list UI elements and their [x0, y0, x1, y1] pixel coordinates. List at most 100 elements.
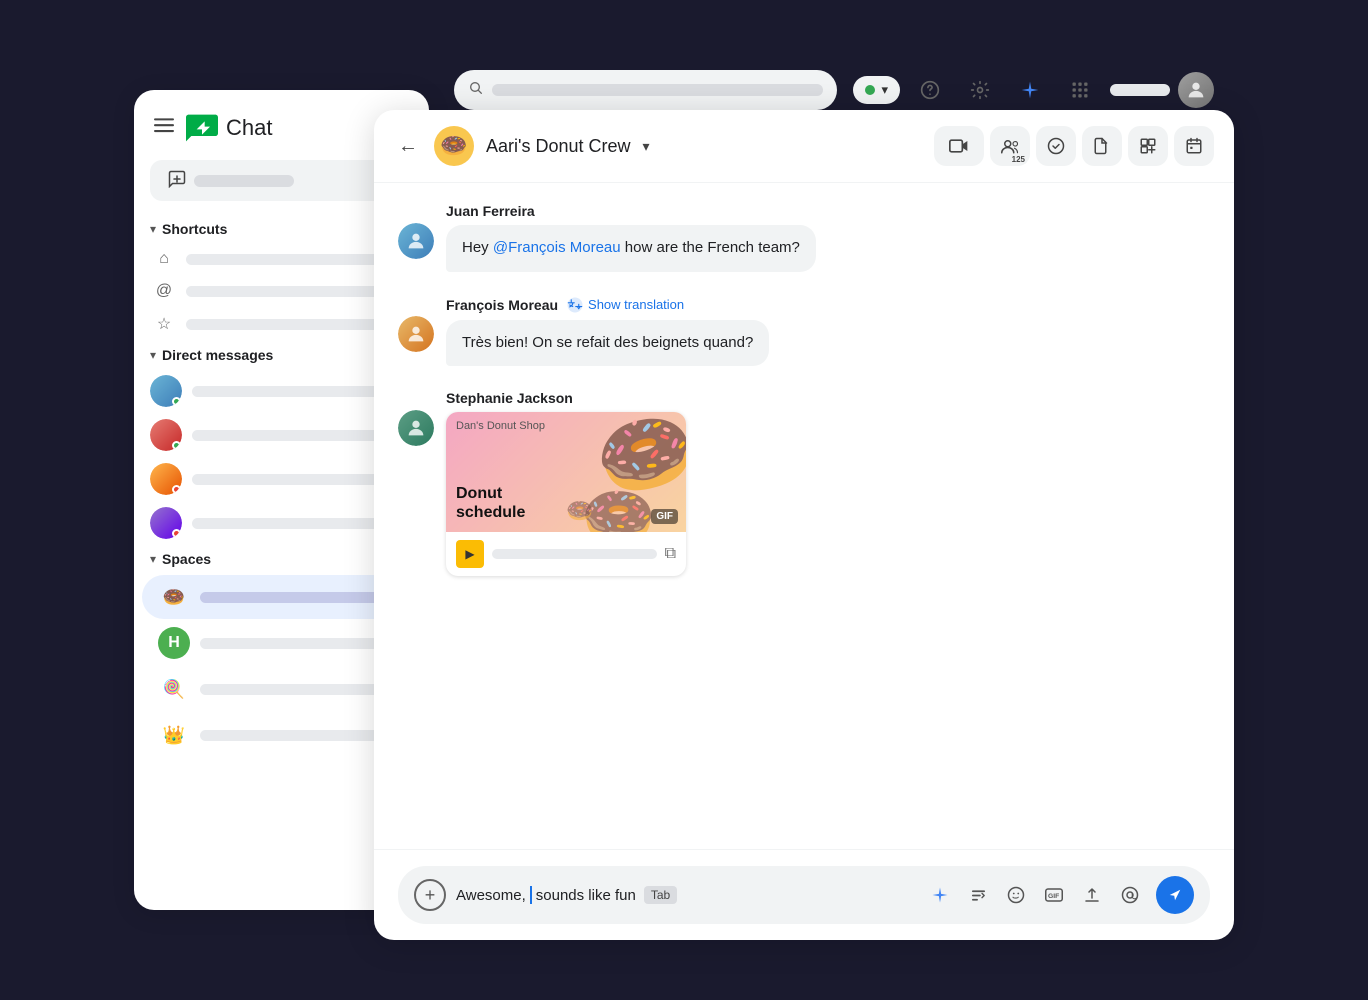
message-group-stephanie: Stephanie Jackson Dan's Donut Shop 🍩 🍩 🍩…	[398, 390, 1210, 576]
topbar-actions: ▾	[853, 70, 1214, 110]
status-indicator[interactable]: ▾	[853, 76, 900, 104]
spaces-label: Spaces	[162, 551, 211, 567]
input-text-before: Awesome,	[456, 887, 526, 904]
space-crown-icon: 👑	[158, 719, 190, 751]
gemini-input-button[interactable]	[924, 879, 956, 911]
add-attachment-button[interactable]: +	[414, 879, 446, 911]
send-button[interactable]	[1156, 876, 1194, 914]
text-cursor	[530, 886, 532, 904]
gif-button[interactable]: GIF	[1038, 879, 1070, 911]
group-icon: 🍩	[434, 126, 474, 166]
copy-button[interactable]: ⧉	[665, 545, 676, 563]
show-translation-button[interactable]: Show translation	[566, 296, 684, 314]
integrations-button[interactable]	[1128, 126, 1168, 166]
files-button[interactable]	[1082, 126, 1122, 166]
stephanie-sender-name: Stephanie Jackson	[446, 390, 573, 406]
upload-button[interactable]	[1076, 879, 1108, 911]
home-icon: ⌂	[154, 250, 174, 268]
at-icon: @	[154, 282, 174, 300]
play-button[interactable]: ▶	[456, 540, 484, 568]
avatar	[150, 507, 182, 539]
donut-card-image: Dan's Donut Shop 🍩 🍩 🍩 Donutschedule GIF	[446, 412, 686, 532]
tab-hint[interactable]: Tab	[644, 886, 677, 904]
francois-avatar	[398, 316, 434, 352]
profile-avatar[interactable]	[1178, 72, 1214, 108]
space-lollipop-icon: 🍭	[158, 673, 190, 705]
donut-card-title: Donutschedule	[456, 484, 525, 522]
francois-sender-name: François Moreau	[446, 297, 558, 313]
message-group-juan: Juan Ferreira Hey @François Moreau how a…	[398, 203, 1210, 272]
star-icon: ☆	[154, 314, 174, 334]
status-green-dot	[865, 85, 875, 95]
stephanie-avatar	[398, 410, 434, 446]
dm-label: Direct messages	[162, 347, 273, 363]
donut-card-footer: ▶ ⧉	[446, 532, 686, 576]
new-chat-label-bar	[194, 175, 294, 187]
status-online-dot	[172, 397, 181, 406]
status-busy-dot	[172, 529, 181, 538]
message-input[interactable]: Awesome, sounds like fun Tab	[456, 886, 914, 904]
search-input-bar	[492, 84, 823, 96]
shortcuts-chevron-icon: ▾	[150, 222, 156, 236]
francois-sender-row: François Moreau Show translation	[446, 296, 1210, 314]
back-button[interactable]: ←	[394, 131, 422, 162]
message-input-row: + Awesome, sounds like fun Tab	[398, 866, 1210, 924]
apps-button[interactable]	[1060, 70, 1100, 110]
input-text-after: sounds like fun	[536, 887, 636, 904]
space-h-icon: H	[158, 627, 190, 659]
gemini-button[interactable]	[1010, 70, 1050, 110]
group-chevron-icon[interactable]: ▾	[642, 138, 649, 155]
donut-emoji-3: 🍩	[566, 498, 593, 524]
spaces-chevron-icon: ▾	[150, 552, 156, 566]
gif-badge: GIF	[651, 509, 678, 524]
juan-message-bubble: Hey @François Moreau how are the French …	[446, 225, 816, 272]
card-footer-bar	[492, 549, 657, 559]
messages-area[interactable]: Juan Ferreira Hey @François Moreau how a…	[374, 183, 1234, 849]
show-translation-label: Show translation	[588, 297, 684, 312]
status-text: ▾	[881, 82, 888, 98]
dm-chevron-icon: ▾	[150, 348, 156, 362]
search-icon	[468, 80, 484, 101]
search-bar[interactable]	[454, 70, 837, 110]
svg-text:GIF: GIF	[1048, 893, 1059, 900]
juan-message-text: Hey @François Moreau how are the French …	[462, 239, 800, 256]
new-chat-icon	[168, 170, 186, 191]
space-donut-icon: 🍩	[158, 581, 190, 613]
francois-message-content: François Moreau Show translation Très bi…	[446, 296, 1210, 367]
avatar	[150, 419, 182, 451]
input-actions: GIF	[924, 879, 1146, 911]
francois-message-bubble: Très bien! On se refait des beignets qua…	[446, 320, 769, 367]
juan-sender-row: Juan Ferreira	[446, 203, 1210, 219]
donut-card[interactable]: Dan's Donut Shop 🍩 🍩 🍩 Donutschedule GIF…	[446, 412, 686, 576]
group-name: Aari's Donut Crew	[486, 136, 630, 157]
juan-sender-name: Juan Ferreira	[446, 203, 535, 219]
mention-francois[interactable]: @François Moreau	[493, 239, 621, 256]
status-online-dot	[172, 441, 181, 450]
emoji-button[interactable]	[1000, 879, 1032, 911]
message-group-francois: François Moreau Show translation Très bi…	[398, 296, 1210, 367]
avatar	[150, 375, 182, 407]
format-text-button[interactable]	[962, 879, 994, 911]
video-call-button[interactable]	[934, 126, 984, 166]
status-busy-dot	[172, 485, 181, 494]
stephanie-sender-row: Stephanie Jackson	[446, 390, 1210, 406]
settings-button[interactable]	[960, 70, 1000, 110]
input-area: + Awesome, sounds like fun Tab	[374, 849, 1234, 940]
shortcuts-label: Shortcuts	[162, 221, 227, 237]
chat-header-actions: 125	[934, 126, 1214, 166]
tasks-button[interactable]	[1036, 126, 1076, 166]
stephanie-message-content: Stephanie Jackson Dan's Donut Shop 🍩 🍩 🍩…	[446, 390, 1210, 576]
donut-shop-label: Dan's Donut Shop	[456, 420, 545, 432]
juan-avatar	[398, 223, 434, 259]
juan-message-content: Juan Ferreira Hey @François Moreau how a…	[446, 203, 1210, 272]
profile-section	[1110, 72, 1214, 108]
chat-panel: ← 🍩 Aari's Donut Crew ▾	[374, 110, 1234, 940]
members-count-badge: 125	[1010, 155, 1027, 164]
francois-message-text: Très bien! On se refait des beignets qua…	[462, 334, 753, 351]
mention-button[interactable]	[1114, 879, 1146, 911]
chat-header: ← 🍩 Aari's Donut Crew ▾	[374, 110, 1234, 183]
calendar-button[interactable]	[1174, 126, 1214, 166]
members-button[interactable]: 125	[990, 126, 1030, 166]
profile-name-bar	[1110, 84, 1170, 96]
help-button[interactable]	[910, 70, 950, 110]
